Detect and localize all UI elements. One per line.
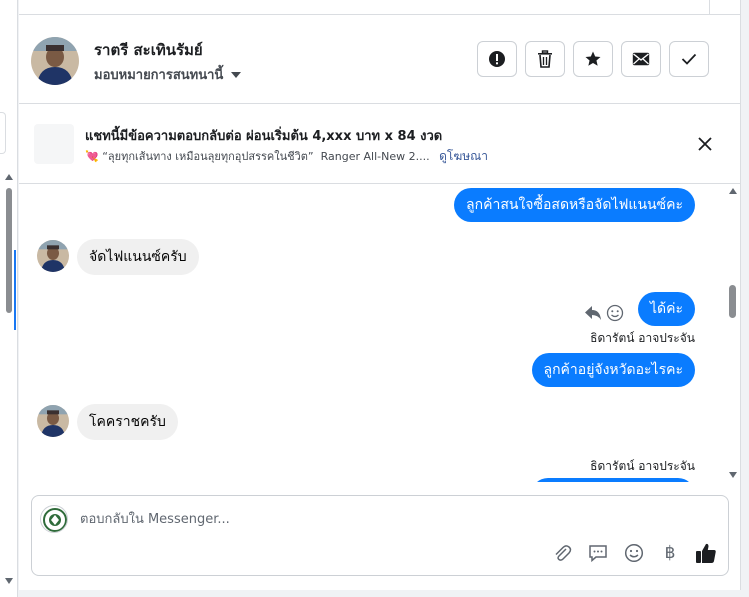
ad-subtitle-row: 💘 “ลุยทุกเส้นทาง เหมือนลุยทุกอุปสรรคในชี… xyxy=(85,147,488,166)
conversation-header: ราตรี สะเทินรัมย์ มอบหมายการสนทนานี้ xyxy=(19,16,741,104)
ad-title: แชทนี้มีข้อความตอบกลับต่อ ผ่อนเริ่มต้น 4… xyxy=(85,129,443,144)
ad-context-banner: แชทนี้มีข้อความตอบกลับต่อ ผ่อนเริ่มต้น 4… xyxy=(19,105,741,184)
report-icon xyxy=(489,51,505,67)
reply-input[interactable] xyxy=(80,508,580,530)
customer-avatar[interactable] xyxy=(31,37,79,85)
scroll-down-arrow[interactable] xyxy=(729,472,737,478)
ad-thumbnail[interactable] xyxy=(34,124,74,164)
mark-done-button[interactable] xyxy=(669,41,709,77)
assign-conversation-dropdown[interactable]: มอบหมายการสนทนานี้ xyxy=(94,64,242,85)
message-bubble-outgoing[interactable]: ลูกค้าสนใจซื้อสดหรือจัดไฟแนนซ์คะ xyxy=(454,188,695,222)
reply-composer: ฿ xyxy=(31,495,729,576)
like-button[interactable] xyxy=(694,541,718,565)
message-hover-tools xyxy=(584,304,624,322)
customer-avatar-small[interactable] xyxy=(37,240,69,272)
attach-button[interactable] xyxy=(550,541,574,565)
left-scrollbar-thumb[interactable] xyxy=(6,188,12,313)
sender-name: ธิดารัตน์ อาจประจัน xyxy=(590,459,695,473)
reply-icon[interactable] xyxy=(584,305,602,321)
delete-button[interactable] xyxy=(525,41,565,77)
check-icon xyxy=(681,53,697,65)
mail-icon xyxy=(632,52,650,66)
report-button[interactable] xyxy=(477,41,517,77)
star-icon xyxy=(585,51,601,66)
message-bubble-outgoing[interactable]: ลูกค้าอยู่จังหวัดอะไรคะ xyxy=(531,353,695,387)
composer-tools: ฿ xyxy=(550,541,718,565)
left-scroll-up-arrow[interactable] xyxy=(5,174,13,180)
left-scroll-down-arrow[interactable] xyxy=(5,578,13,584)
chat-icon xyxy=(589,545,607,563)
conversation-panel: ราตรี สะเทินรัมย์ มอบหมายการสนทนานี้ แชท… xyxy=(19,0,741,590)
paperclip-icon xyxy=(555,545,572,561)
ad-subtitle: “ลุยทุกเส้นทาง เหมือนลุยทุกอุปสรรคในชีวิ… xyxy=(102,150,430,163)
view-ad-link[interactable]: ดูโฆษณา xyxy=(439,149,488,163)
top-strip-divider xyxy=(709,0,710,15)
thread-scrollbar-thumb[interactable] xyxy=(729,285,736,318)
header-actions xyxy=(477,41,709,77)
assign-label: มอบหมายการสนทนานี้ xyxy=(94,68,224,83)
star-button[interactable] xyxy=(573,41,613,77)
caret-down-icon xyxy=(231,71,242,78)
message-bubble-incoming[interactable]: โคคราชครับ xyxy=(77,404,178,440)
mark-unread-button[interactable] xyxy=(621,41,661,77)
left-rail xyxy=(0,0,18,597)
top-strip xyxy=(19,0,741,15)
trash-icon xyxy=(538,50,552,68)
saved-replies-button[interactable] xyxy=(586,541,610,565)
message-bubble-incoming[interactable]: จัดไฟแนนซ์ครับ xyxy=(77,239,199,275)
thumbs-up-icon xyxy=(696,543,716,563)
payment-button[interactable]: ฿ xyxy=(658,541,682,565)
smiley-reaction-icon[interactable] xyxy=(606,304,624,322)
customer-name: ราตรี สะเทินรัมย์ xyxy=(94,41,203,59)
thread-scrollbar[interactable] xyxy=(727,185,739,485)
message-bubble-outgoing[interactable]: ได้ค่ะ xyxy=(637,292,695,326)
sender-name: ธิดารัตน์ อาจประจัน xyxy=(590,331,695,345)
left-rail-tab[interactable] xyxy=(0,112,6,154)
message-bubble-outgoing-partial[interactable] xyxy=(531,478,695,482)
scroll-up-arrow[interactable] xyxy=(729,188,737,194)
message-thread: ลูกค้าสนใจซื้อสดหรือจัดไฟแนนซ์คะ จัดไฟแน… xyxy=(19,185,741,482)
page-avatar xyxy=(40,505,68,533)
close-banner-button[interactable] xyxy=(695,134,715,154)
customer-avatar-small[interactable] xyxy=(37,405,69,437)
left-rail-active-indicator xyxy=(14,250,16,330)
emoji-button[interactable] xyxy=(622,541,646,565)
close-icon xyxy=(698,137,712,151)
heart-icon: 💘 xyxy=(85,150,99,163)
baht-icon: ฿ xyxy=(664,543,676,563)
smiley-icon xyxy=(624,543,644,563)
